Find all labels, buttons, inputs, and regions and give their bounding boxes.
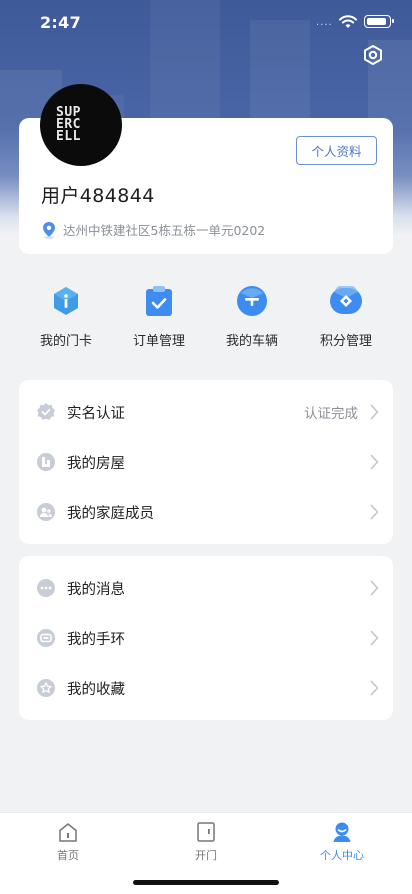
tab-label: 首页 [57,849,79,862]
chevron-right-icon [370,580,379,596]
house-icon [36,452,56,472]
quick-action-label: 订单管理 [132,334,185,349]
quick-action-door-card[interactable]: 我的门卡 [26,284,106,349]
status-bar: 2:47 ···· [0,0,412,44]
chevron-right-icon [370,404,379,420]
verified-badge-icon [36,402,56,422]
row-my-wristband[interactable]: 我的手环 [19,613,393,663]
username: 用户484844 [41,185,155,207]
quick-action-orders[interactable]: 订单管理 [119,284,199,349]
quick-action-label: 积分管理 [319,334,372,349]
quick-action-points[interactable]: 积分管理 [306,284,386,349]
home-indicator[interactable] [133,880,279,885]
address-row: 达州中铁建社区5栋五栋一单元0202 [41,220,265,239]
chevron-right-icon [370,630,379,646]
star-icon [36,678,56,698]
row-my-favorites[interactable]: 我的收藏 [19,663,393,713]
family-members-icon [36,502,56,522]
tab-home[interactable]: 首页 [28,821,108,863]
row-label: 我的家庭成员 [67,505,154,522]
address-text: 达州中铁建社区5栋五栋一单元0202 [63,223,266,238]
personal-items-card: 我的消息 我的手环 我的收藏 [19,556,393,720]
edit-profile-button[interactable]: 个人资料 [296,136,377,165]
door-open-icon [197,822,215,842]
battery-icon [364,15,394,28]
tab-personal-center[interactable]: 个人中心 [302,821,382,863]
row-my-house[interactable]: 我的房屋 [19,437,393,487]
vehicle-icon [235,284,269,318]
row-label: 我的消息 [67,581,125,598]
avatar-logo: SUP ERC ELL [56,106,106,144]
points-diamond-icon [329,284,363,318]
hexagon-settings-icon [364,45,382,65]
home-icon [59,823,77,842]
account-settings-card: 实名认证 认证完成 我的房屋 我的家庭成员 [19,380,393,544]
quick-action-vehicle[interactable]: 我的车辆 [212,284,292,349]
row-label: 实名认证 [67,405,125,422]
person-center-icon [333,822,351,842]
wifi-icon [339,14,357,33]
chevron-right-icon [370,504,379,520]
row-my-messages[interactable]: 我的消息 [19,563,393,613]
row-family-members[interactable]: 我的家庭成员 [19,487,393,537]
signal-dots: ···· [316,20,333,31]
quick-action-label: 我的车辆 [225,334,278,349]
order-clipboard-icon [142,284,176,318]
tab-label: 开门 [195,849,217,862]
chevron-right-icon [370,680,379,696]
chevron-right-icon [370,454,379,470]
tab-label: 个人中心 [320,849,364,862]
quick-action-label: 我的门卡 [39,334,92,349]
quick-actions: 我的门卡 订单管理 我的车辆 积分管理 [19,284,393,354]
row-label: 我的房屋 [67,455,125,472]
location-pin-icon [43,221,55,239]
row-label: 我的收藏 [67,681,125,698]
wristband-icon [36,628,56,648]
message-icon [36,578,56,598]
settings-button[interactable] [360,42,386,68]
row-real-name-verification[interactable]: 实名认证 认证完成 [19,387,393,437]
status-time: 2:47 [40,13,81,32]
tab-open-door[interactable]: 开门 [166,821,246,863]
row-value: 认证完成 [304,406,358,422]
avatar[interactable]: SUP ERC ELL [40,84,122,166]
door-card-icon [49,284,83,318]
avatar-logo-line: ELL [56,129,81,144]
row-label: 我的手环 [67,631,125,648]
